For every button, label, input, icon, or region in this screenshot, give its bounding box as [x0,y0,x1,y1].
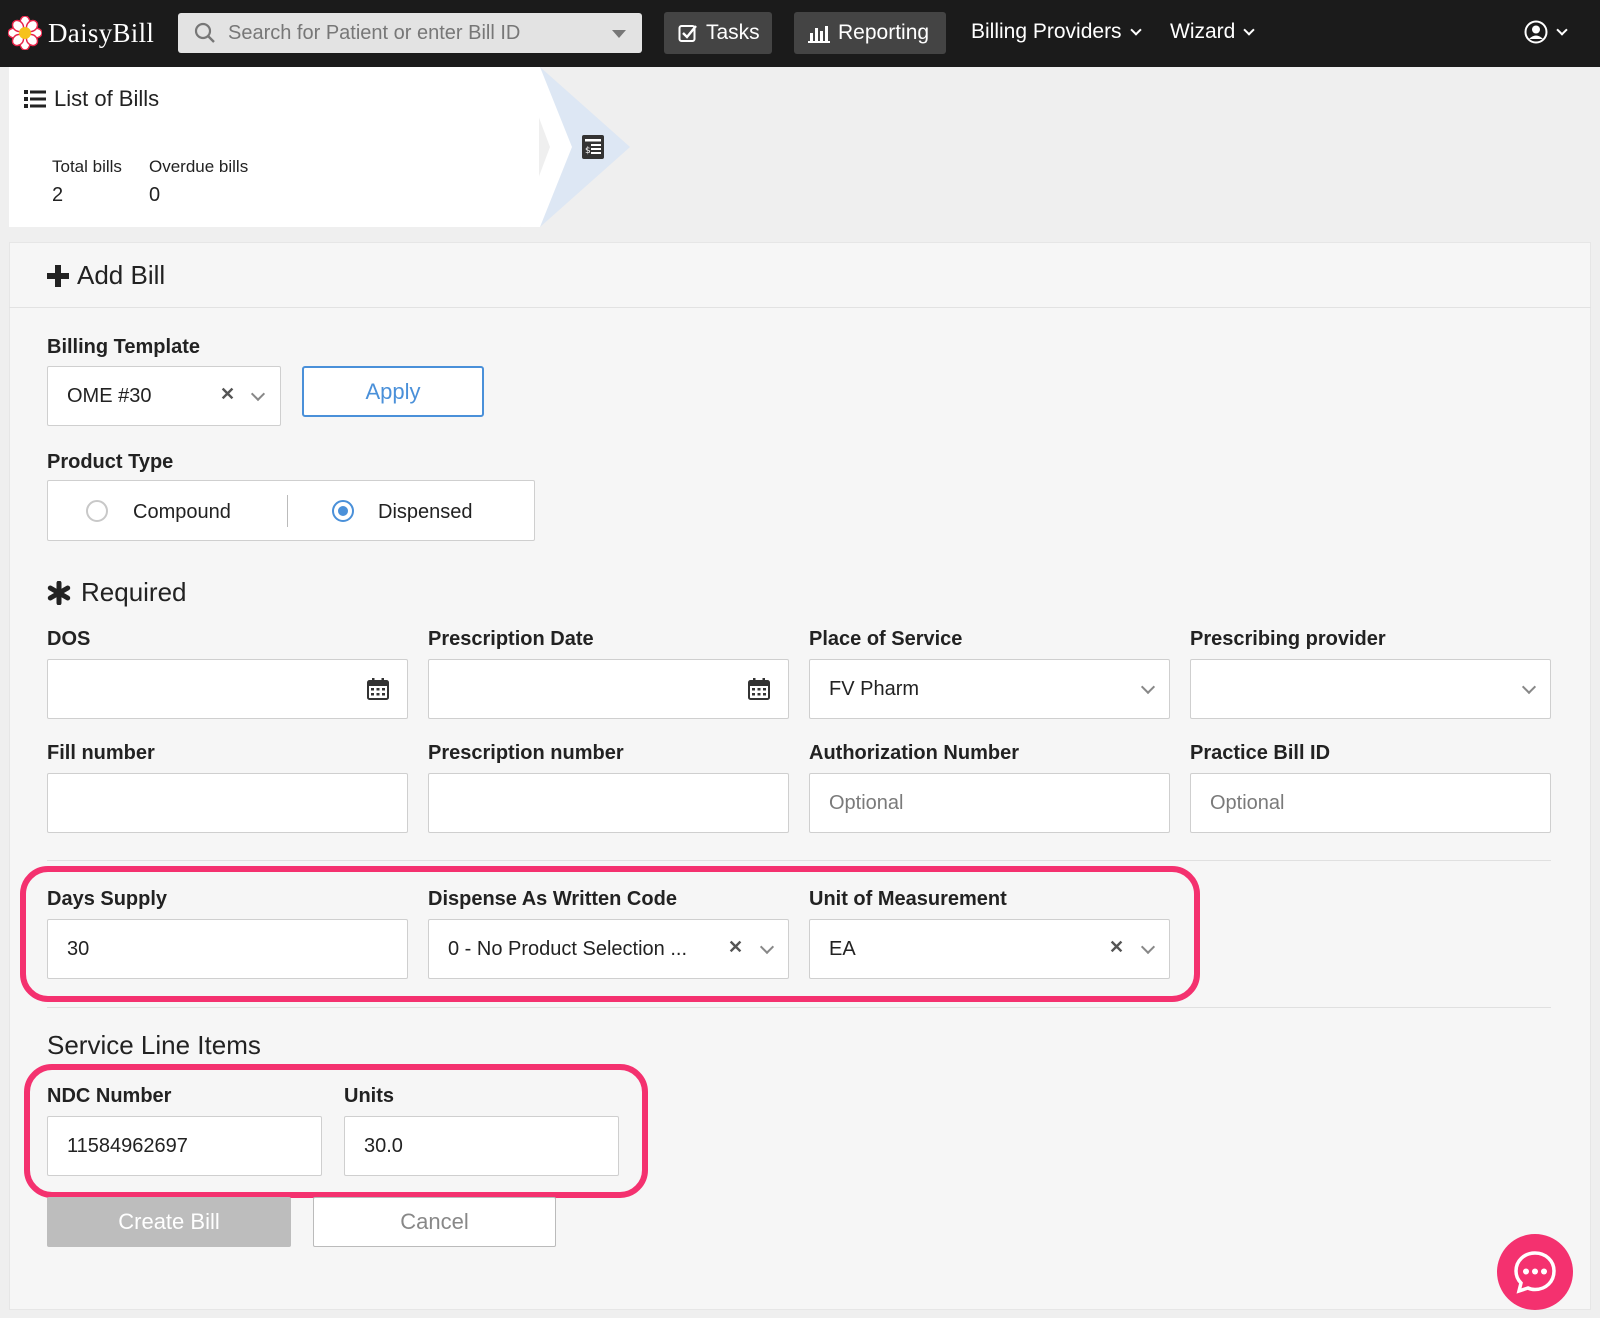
practice-bill-id-placeholder: Optional [1210,791,1285,814]
days-supply-input[interactable]: 30 [47,919,408,979]
ndc-number-value: 11584962697 [67,1134,188,1157]
daw-code-value: 0 - No Product Selection ... [448,937,688,960]
required-section-title: Required [47,577,187,608]
dos-label: DOS [47,628,91,650]
add-bill-header [9,242,1591,308]
units-value: 30.0 [364,1134,403,1157]
wizard-menu[interactable]: Wizard [1170,20,1256,44]
wizard-label: Wizard [1170,20,1236,43]
units-label: Units [344,1085,394,1107]
prescription-date-input[interactable] [428,659,789,719]
billing-providers-menu[interactable]: Billing Providers [971,20,1142,44]
chat-button[interactable] [1497,1234,1573,1310]
chevron-down-icon[interactable] [250,386,266,402]
billing-template-value: OME #30 [67,384,152,407]
prescription-number-input[interactable] [428,773,789,833]
ndc-number-input[interactable]: 11584962697 [47,1116,322,1176]
chevron-down-icon [1243,23,1256,36]
daisy-logo-icon [7,15,43,51]
chevron-down-icon[interactable] [1521,679,1537,695]
calendar-icon[interactable] [748,678,770,700]
tasks-label: Tasks [706,21,760,44]
authorization-number-input[interactable]: Optional [809,773,1170,833]
place-of-service-select[interactable]: FV Pharm [809,659,1170,719]
days-supply-label: Days Supply [47,888,168,910]
daisybill-logo[interactable]: DaisyBill [7,15,155,51]
fill-number-label: Fill number [47,742,155,764]
overdue-bills-value: 0 [149,184,161,206]
chevron-down-icon[interactable] [1140,939,1156,955]
apply-template-button[interactable]: Apply [302,366,484,417]
bill-document-icon: $ [581,134,605,165]
tasks-button[interactable]: Tasks [664,12,772,54]
bills-title-text: List of Bills [54,86,160,111]
reporting-label: Reporting [838,21,930,44]
add-bill-title: Add Bill [47,260,165,291]
prescribing-provider-label: Prescribing provider [1190,628,1386,650]
bar-chart-icon [808,23,830,43]
practice-bill-id-input[interactable]: Optional [1190,773,1551,833]
chevron-down-icon[interactable] [759,939,775,955]
clear-icon[interactable]: ✕ [220,384,235,405]
prescription-number-label: Prescription number [428,742,624,764]
chat-bubble-icon [1511,1248,1559,1296]
clear-icon[interactable]: ✕ [728,937,743,958]
authorization-number-label: Authorization Number [809,742,1019,764]
logo-text: DaisyBill [48,17,155,48]
calendar-icon[interactable] [367,678,389,700]
units-input[interactable]: 30.0 [344,1116,619,1176]
billing-template-label: Billing Template [47,336,200,358]
practice-bill-id-label: Practice Bill ID [1190,742,1331,764]
add-bill-title-text: Add Bill [77,260,166,290]
place-of-service-label: Place of Service [809,628,963,650]
bills-summary-title[interactable]: List of Bills [24,86,159,112]
chevron-down-icon [1129,23,1142,36]
product-type-divider [287,495,288,527]
user-menu[interactable] [1524,20,1568,44]
unit-of-measurement-value: EA [829,937,856,960]
search-placeholder: Search for Patient or enter Bill ID [228,21,521,44]
authorization-number-placeholder: Optional [829,791,904,814]
dos-input[interactable] [47,659,408,719]
prescribing-provider-select[interactable] [1190,659,1551,719]
patient-search-input[interactable]: Search for Patient or enter Bill ID [178,13,642,53]
create-bill-button[interactable]: Create Bill [47,1197,291,1247]
chevron-down-icon [1556,23,1568,36]
fill-number-input[interactable] [47,773,408,833]
billing-providers-label: Billing Providers [971,20,1122,43]
dispensed-radio[interactable] [332,500,354,522]
section-divider [47,1007,1551,1008]
ndc-number-label: NDC Number [47,1085,172,1107]
dispensed-radio-label[interactable]: Dispensed [378,501,473,524]
list-icon [24,90,46,108]
plus-icon [47,264,69,287]
checkbox-icon [678,23,698,43]
svg-text:$: $ [585,146,591,156]
billing-template-select[interactable]: OME #30 ✕ [47,366,281,426]
service-line-items-title: Service Line Items [47,1030,261,1060]
prescription-date-label: Prescription Date [428,628,594,650]
days-supply-value: 30 [67,937,90,960]
total-bills-label: Total bills [52,157,122,176]
chevron-down-icon[interactable] [1140,679,1156,695]
reporting-button[interactable]: Reporting [794,12,946,54]
unit-of-measurement-label: Unit of Measurement [809,888,1007,910]
place-of-service-value: FV Pharm [829,677,920,700]
product-type-label: Product Type [47,451,174,473]
cancel-button[interactable]: Cancel [313,1197,556,1247]
required-title-text: Required [81,577,187,607]
compound-radio-label[interactable]: Compound [133,501,231,524]
section-divider [47,860,1551,861]
unit-of-measurement-select[interactable]: EA ✕ [809,919,1170,979]
daw-code-select[interactable]: 0 - No Product Selection ... ✕ [428,919,789,979]
overdue-bills-label: Overdue bills [149,157,249,176]
asterisk-icon [47,580,71,605]
daw-code-label: Dispense As Written Code [428,888,677,910]
user-avatar-icon [1524,20,1548,44]
search-icon [194,22,216,44]
clear-icon[interactable]: ✕ [1109,937,1124,958]
compound-radio[interactable] [86,500,108,522]
search-dropdown-caret-icon[interactable] [612,30,626,38]
total-bills-value: 2 [52,184,64,206]
